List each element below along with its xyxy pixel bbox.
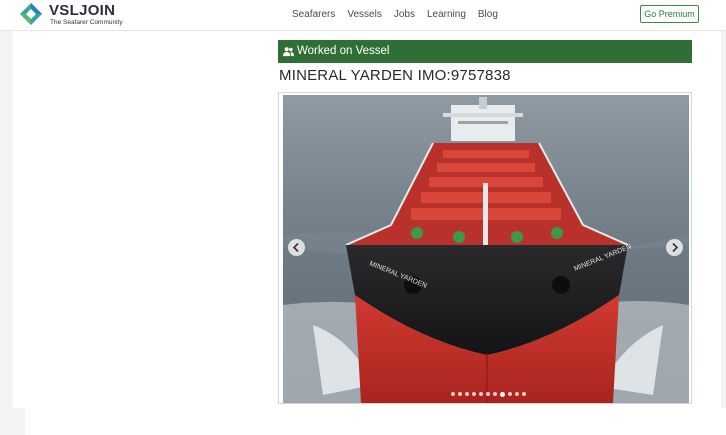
top-navbar: VSLJOIN The Seafarer Community Seafarers… (0, 0, 726, 31)
vessel-photo-carousel[interactable]: MINERAL YARDEN MINERAL YARDEN (278, 92, 692, 404)
chevron-right-icon (672, 242, 679, 253)
carousel-dot[interactable] (522, 392, 526, 396)
nav-jobs[interactable]: Jobs (394, 9, 415, 20)
go-premium-button[interactable]: Go Premium (640, 5, 699, 23)
carousel-dot[interactable] (458, 392, 462, 396)
carousel-dot[interactable] (451, 392, 455, 396)
left-gutter (0, 31, 13, 411)
right-gutter (721, 31, 726, 408)
logo-diamond-icon (20, 3, 42, 25)
carousel-dot[interactable] (500, 391, 505, 397)
carousel-next-button[interactable] (666, 239, 683, 256)
worked-on-vessel-header: Worked on Vessel (278, 40, 692, 63)
bottom-content-area (25, 408, 726, 435)
people-icon (283, 47, 294, 57)
nav-blog[interactable]: Blog (478, 9, 498, 20)
brand-tagline: The Seafarer Community (50, 19, 123, 26)
section-label: Worked on Vessel (297, 45, 390, 57)
carousel-dot[interactable] (472, 392, 476, 396)
brand-name: VSLJOIN (49, 2, 116, 19)
carousel-dot[interactable] (515, 392, 519, 396)
carousel-dot[interactable] (508, 392, 512, 396)
vessel-photo: MINERAL YARDEN MINERAL YARDEN (283, 95, 689, 403)
vessel-title: MINERAL YARDEN IMO:9757838 (279, 67, 511, 84)
page: VSLJOIN The Seafarer Community Seafarers… (0, 0, 726, 435)
nav-vessels[interactable]: Vessels (347, 9, 381, 20)
carousel-dot[interactable] (465, 392, 469, 396)
vsljoin-logo[interactable]: VSLJOIN The Seafarer Community (20, 2, 130, 28)
carousel-dot[interactable] (479, 392, 483, 396)
carousel-dot[interactable] (486, 392, 490, 396)
carousel-indicators (451, 391, 526, 397)
chevron-left-icon (292, 242, 299, 253)
nav-seafarers[interactable]: Seafarers (292, 9, 335, 20)
main-nav: Seafarers Vessels Jobs Learning Blog (292, 9, 510, 20)
carousel-dot[interactable] (493, 392, 497, 396)
carousel-prev-button[interactable] (288, 239, 305, 256)
nav-learning[interactable]: Learning (427, 9, 466, 20)
